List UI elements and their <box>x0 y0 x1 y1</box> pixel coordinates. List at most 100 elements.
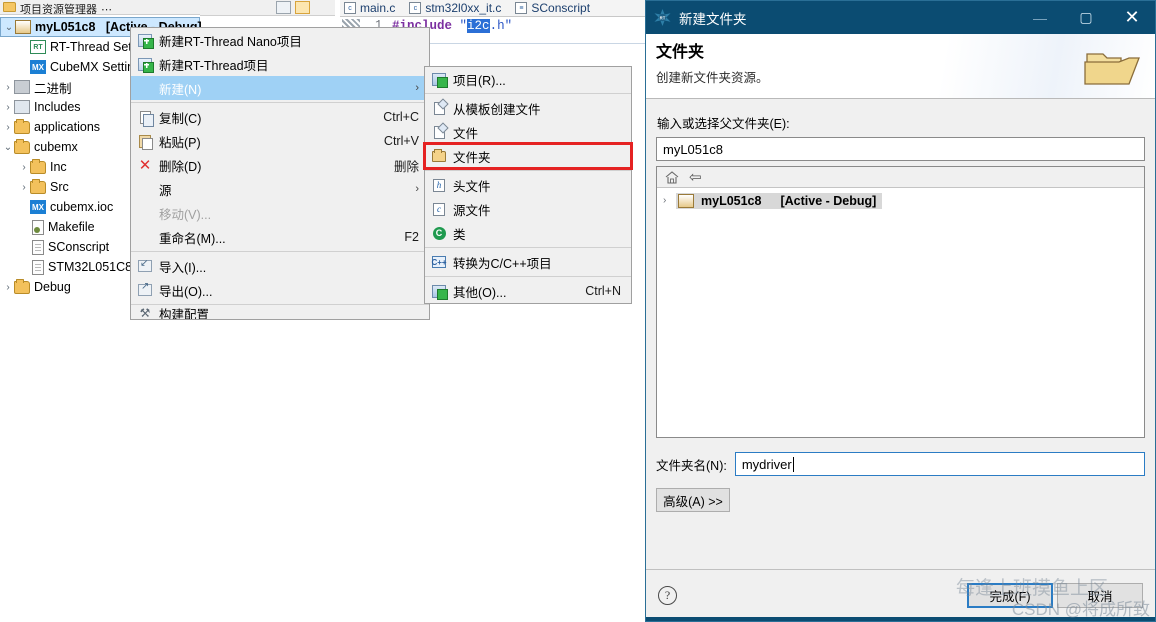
menu-item-d[interactable]: ✕ 删除(D) 删除 <box>131 153 429 177</box>
tree-expand-arrow[interactable]: › <box>2 282 14 293</box>
tree-item-label: Debug <box>34 280 71 294</box>
back-arrow-icon[interactable]: ⇦ <box>689 170 702 185</box>
folder-name-value: mydriver <box>741 456 792 472</box>
parent-folder-input[interactable]: myL051c8 <box>656 137 1145 161</box>
submenu-item-[interactable]: c 源文件 <box>425 197 631 221</box>
dialog-tree-rows[interactable]: › myL051c8 [Active - Debug] <box>657 188 1144 437</box>
dialog-footer: ? 完成(F) 取消 <box>646 569 1155 621</box>
folder-new-icon <box>432 148 446 162</box>
menu-item-[interactable]: ⚒ 构建配置 <box>131 307 429 319</box>
minimize-button[interactable]: — <box>1017 1 1063 34</box>
folder-name-input[interactable]: mydriver <box>734 452 1145 476</box>
advanced-button[interactable]: 高级(A) >> <box>656 488 730 512</box>
new-folder-dialog: RT 新建文件夹 — ▢ ✕ 文件夹 创建新文件夹资源。 输入或选择父文件夹(E… <box>645 0 1156 622</box>
menu-item-v[interactable]: 移动(V)... <box>131 201 429 225</box>
view-toolbar <box>200 0 335 16</box>
submenu-item-[interactable]: 从模板创建文件 <box>425 96 631 120</box>
class-icon: C <box>432 226 446 240</box>
view-menu-icon[interactable]: ⋯ <box>101 3 112 15</box>
menu-item-n[interactable]: 新建(N) › <box>131 76 429 100</box>
submenu-item-o[interactable]: 其他(O)... Ctrl+N <box>425 279 631 303</box>
view-minimize-icon[interactable] <box>314 1 329 14</box>
c-project-icon <box>15 20 31 34</box>
maximize-button[interactable]: ▢ <box>1063 1 1109 34</box>
context-menu[interactable]: 新建RT-Thread Nano项目 新建RT-Thread项目 新建(N) › 复制(… <box>130 27 430 320</box>
link-editor-icon[interactable] <box>295 1 310 14</box>
tree-expand-arrow[interactable]: › <box>2 122 14 133</box>
dialog-tree-row[interactable]: › myL051c8 [Active - Debug] <box>657 191 1144 210</box>
submenu-item-accelerator: Ctrl+N <box>585 284 621 298</box>
menu-item-icon <box>131 33 159 49</box>
tree-expand-arrow[interactable]: ⌄ <box>3 22 15 33</box>
submenu-item-[interactable]: C类 <box>425 221 631 245</box>
submenu-item-c/c++[interactable]: C++ 转换为C/C++项目 <box>425 250 631 274</box>
c-file-icon: c <box>344 2 356 14</box>
dialog-title-bar: RT 新建文件夹 — ▢ ✕ <box>646 1 1155 34</box>
code-quote-open: " <box>459 19 468 33</box>
submenu-item-icon <box>425 284 453 300</box>
collapse-all-icon[interactable] <box>276 1 291 14</box>
menu-item-rt-thread[interactable]: 新建RT-Thread项目 <box>131 52 429 76</box>
advanced-button-label: 高级(A) >> <box>663 494 723 509</box>
text-file-icon: ≡ <box>515 2 528 14</box>
menu-item-label: 导出(O)... <box>159 284 213 299</box>
home-icon[interactable] <box>665 170 679 184</box>
folder-name-label: 文件夹名(N): <box>656 458 727 473</box>
submenu-item-icon <box>425 148 453 162</box>
paste-icon <box>139 134 153 150</box>
header-file-icon: h <box>433 178 445 192</box>
project-explorer-view-title: 项目资源管理器 ⋯ <box>0 0 200 15</box>
tree-expand-arrow[interactable]: › <box>2 82 14 93</box>
source-file-icon: c <box>433 202 445 216</box>
makefile-icon <box>32 219 44 235</box>
new-submenu[interactable]: 项目(R)... 从模板创建文件 文件 文件夹 h 头文件 c 源文件 C 类 C++ 转换为C/C+… <box>423 66 633 304</box>
folder-icon <box>30 158 46 174</box>
menu-item-accelerator: Ctrl+V <box>383 134 419 148</box>
submenu-item-icon <box>425 72 453 88</box>
editor-tab-sconscript[interactable]: ≡ SConscript <box>515 1 590 15</box>
submenu-item-icon: h <box>425 178 453 192</box>
submenu-item-[interactable]: 文件 <box>425 120 631 144</box>
editor-tab-main-c[interactable]: c main.c <box>344 1 395 15</box>
submenu-item-label: 头文件 <box>453 179 491 194</box>
menu-item-label: 源 <box>159 183 172 198</box>
submenu-item-[interactable]: h 头文件 <box>425 173 631 197</box>
editor-tab-label: SConscript <box>531 1 591 15</box>
export-icon <box>138 281 152 296</box>
tree-item-label: SConscript <box>48 240 110 254</box>
submenu-item-[interactable]: 文件夹 <box>423 142 633 170</box>
menu-item-c[interactable]: 复制(C) Ctrl+C <box>131 105 429 129</box>
tree-expand-arrow[interactable]: ⌄ <box>2 142 14 153</box>
help-icon[interactable]: ? <box>658 586 677 605</box>
cancel-button[interactable]: 取消 <box>1057 583 1143 608</box>
tree-expand-arrow[interactable]: › <box>18 182 30 193</box>
menu-item-rt-thread-nano[interactable]: 新建RT-Thread Nano项目 <box>131 28 429 52</box>
parent-folder-tree[interactable]: ⇦ › myL051c8 [Active - Debug] <box>656 166 1145 438</box>
delete-icon: ✕ <box>138 156 152 174</box>
menu-separator <box>131 102 429 103</box>
editor-tab-stm32l0xx-it-c[interactable]: c stm32l0xx_it.c <box>409 1 501 15</box>
menu-item-i[interactable]: 导入(I)... <box>131 254 429 278</box>
menu-item-m[interactable]: 重命名(M)... F2 <box>131 225 429 249</box>
finish-button[interactable]: 完成(F) <box>967 583 1053 608</box>
tree-item-label: Inc <box>50 160 67 174</box>
parent-folder-value: myL051c8 <box>663 141 723 157</box>
tree-expand-arrow[interactable]: › <box>18 162 30 173</box>
close-button[interactable]: ✕ <box>1109 1 1155 34</box>
submenu-item-label: 类 <box>453 227 466 242</box>
menu-item-o[interactable]: 导出(O)... <box>131 278 429 302</box>
dialog-subheading: 创建新文件夹资源。 <box>656 71 769 85</box>
tree-expand-arrow[interactable]: › <box>663 195 676 206</box>
svg-text:RT: RT <box>660 15 666 20</box>
submenu-item-label: 转换为C/C++项目 <box>453 256 552 271</box>
tree-expand-arrow[interactable]: › <box>2 102 14 113</box>
file-icon <box>32 259 44 275</box>
new-plus-icon <box>138 33 154 49</box>
new-plus-icon <box>138 57 154 73</box>
tree-item-label: Makefile <box>48 220 95 234</box>
project-tree-empty-area <box>0 300 200 622</box>
menu-item-[interactable]: 源 › <box>131 177 429 201</box>
submenu-item-label: 项目(R)... <box>453 73 506 88</box>
menu-item-p[interactable]: 粘贴(P) Ctrl+V <box>131 129 429 153</box>
submenu-item-r[interactable]: 项目(R)... <box>425 67 631 91</box>
